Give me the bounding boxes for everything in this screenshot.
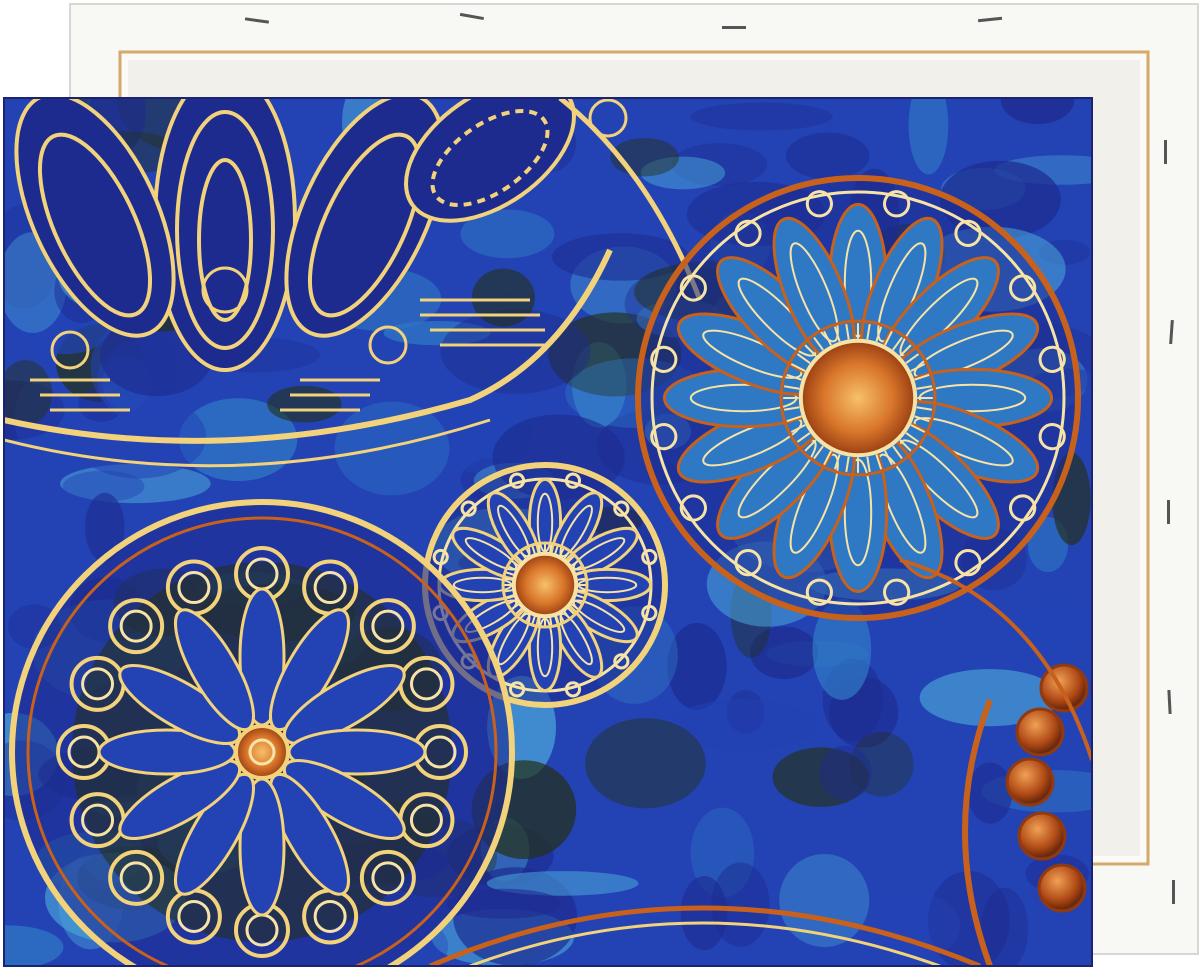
right-copper-mandala bbox=[635, 175, 1081, 621]
painted-canvas bbox=[4, 98, 1092, 966]
product-image bbox=[0, 0, 1200, 974]
canvas-artwork bbox=[3, 3, 1199, 967]
bottom-left-ring-mandala bbox=[9, 499, 515, 966]
